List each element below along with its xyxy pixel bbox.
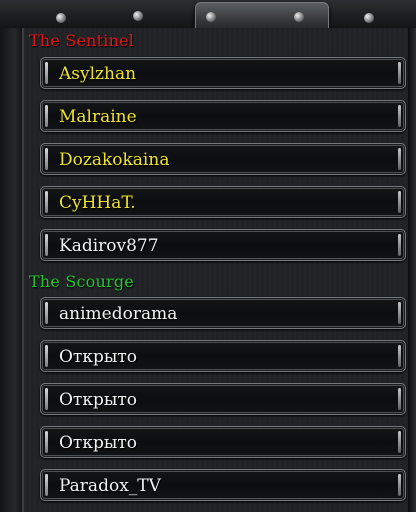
player-name: Paradox_TV — [59, 476, 161, 496]
frame-left — [0, 28, 24, 512]
open-slot-label: Открыто — [59, 390, 138, 410]
rivet-icon — [56, 13, 66, 23]
open-slot-label: Открыто — [59, 433, 138, 453]
player-name: Malraine — [59, 107, 137, 127]
player-slot[interactable]: Asylzhan — [40, 57, 406, 89]
team-scourge-label: The Scourge — [29, 272, 134, 291]
player-slot[interactable]: Kadirov877 — [40, 229, 406, 261]
player-name: Dozakokaina — [59, 150, 170, 170]
player-slot[interactable]: Dozakokaina — [40, 143, 406, 175]
team-sentinel-label: The Sentinel — [29, 31, 135, 50]
player-slot[interactable]: animedorama — [40, 297, 406, 329]
player-name: Asylzhan — [59, 64, 137, 84]
open-slot[interactable]: Открыто — [40, 340, 406, 372]
open-slot[interactable]: Открыто — [40, 426, 406, 458]
open-slot[interactable]: Открыто — [40, 383, 406, 415]
player-name: CyHHaT. — [59, 193, 136, 213]
rivet-icon — [206, 12, 216, 22]
player-slot[interactable]: Paradox_TV — [40, 469, 406, 501]
rivet-icon — [133, 11, 143, 21]
player-name: animedorama — [59, 304, 178, 324]
player-slot[interactable]: Malraine — [40, 100, 406, 132]
rivet-icon — [294, 12, 304, 22]
player-name: Kadirov877 — [59, 236, 159, 256]
rivet-icon — [364, 13, 374, 23]
open-slot-label: Открыто — [59, 347, 138, 367]
player-slot[interactable]: CyHHaT. — [40, 186, 406, 218]
frame-right — [408, 28, 416, 512]
